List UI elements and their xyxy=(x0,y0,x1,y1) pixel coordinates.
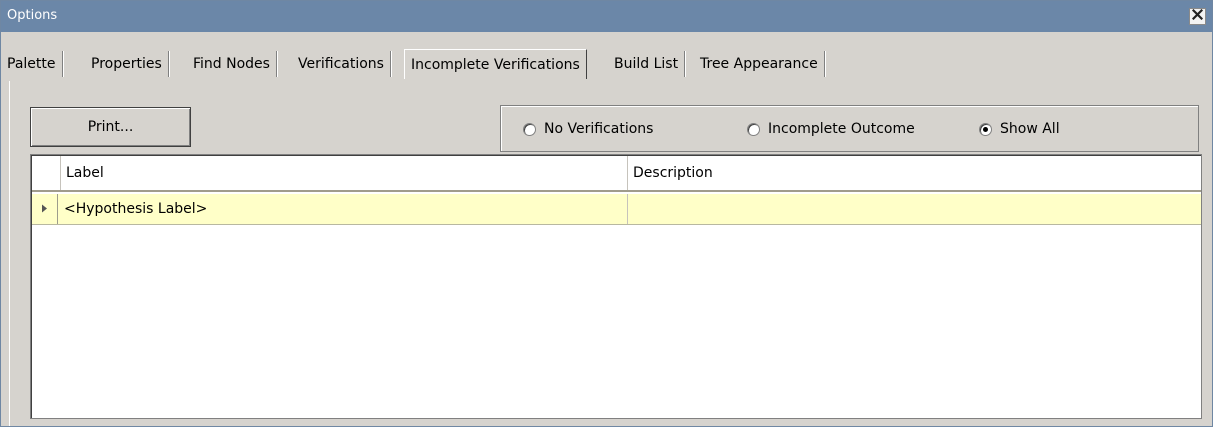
radio-circle-icon xyxy=(747,122,760,136)
tab-properties[interactable]: Properties xyxy=(85,51,169,77)
radio-label-no-verifications: No Verifications xyxy=(544,121,654,137)
tab-strip: Palette Properties Find Nodes Verificati… xyxy=(1,49,1212,79)
title-bar[interactable]: Options xyxy=(1,1,1212,32)
window-title: Options xyxy=(7,8,58,23)
column-header-description[interactable]: Description xyxy=(627,156,1201,190)
tab-palette[interactable]: Palette xyxy=(1,51,63,77)
radio-checked-icon xyxy=(979,122,992,136)
tab-find-nodes[interactable]: Find Nodes xyxy=(187,51,277,77)
radio-circle-icon xyxy=(523,122,536,136)
radio-incomplete-outcome[interactable]: Incomplete Outcome xyxy=(747,121,915,137)
column-header-label[interactable]: Label xyxy=(60,156,627,190)
radio-label-show-all: Show All xyxy=(1000,121,1060,137)
row-selector[interactable] xyxy=(32,194,58,224)
close-button[interactable] xyxy=(1189,8,1206,25)
radio-no-verifications[interactable]: No Verifications xyxy=(523,121,653,137)
tab-tree-appearance[interactable]: Tree Appearance xyxy=(694,51,825,77)
options-window: Options Palette Properties Find Nodes Ve… xyxy=(0,0,1213,427)
print-button[interactable]: Print... xyxy=(30,107,191,147)
radio-label-incomplete-outcome: Incomplete Outcome xyxy=(768,121,915,137)
radio-show-all[interactable]: Show All xyxy=(979,121,1060,137)
tab-verifications[interactable]: Verifications xyxy=(292,51,391,77)
table-row[interactable]: <Hypothesis Label> xyxy=(32,194,1201,225)
cell-description[interactable] xyxy=(627,194,1201,224)
tab-incomplete-verifications[interactable]: Incomplete Verifications xyxy=(404,49,587,79)
tab-build-list[interactable]: Build List xyxy=(608,51,686,77)
verification-filter-group: No Verifications Incomplete Outcome Show… xyxy=(500,105,1199,152)
verifications-grid[interactable]: Label Description <Hypothesis Label> xyxy=(30,154,1202,419)
cell-label[interactable]: <Hypothesis Label> xyxy=(59,194,627,224)
close-icon xyxy=(1191,8,1204,24)
incomplete-verifications-panel: Print... No Verifications Incomplete Out… xyxy=(9,81,1205,426)
grid-header: Label Description xyxy=(32,156,1201,192)
triangle-right-icon xyxy=(41,202,48,217)
